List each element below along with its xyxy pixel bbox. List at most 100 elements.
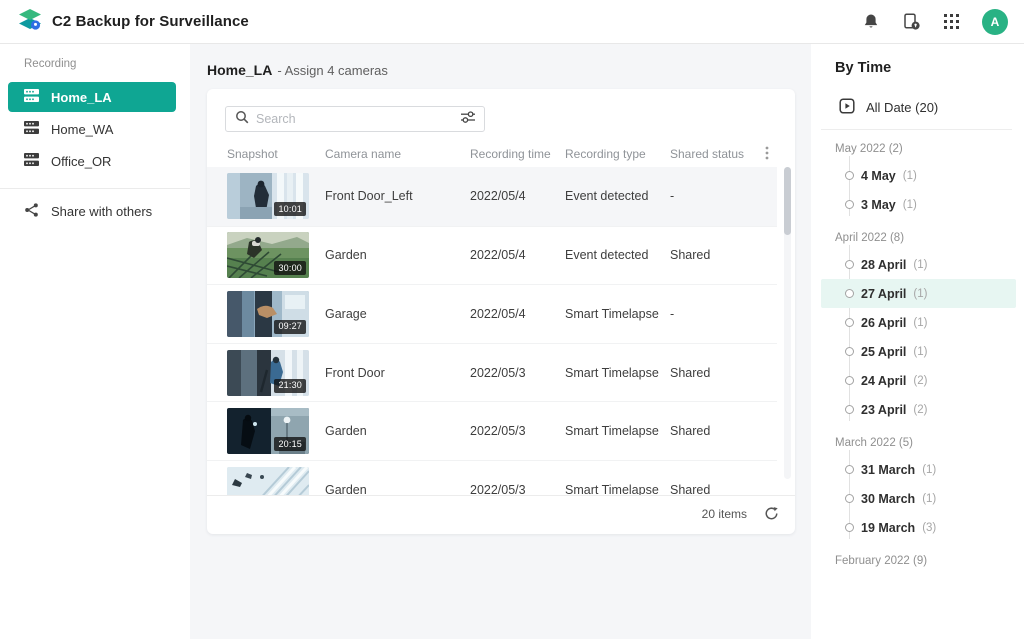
share-label: Share with others	[51, 204, 152, 219]
column-header-recording-type: Recording type	[565, 147, 670, 161]
day-count: (1)	[922, 493, 936, 505]
duration-badge: 09:27	[274, 320, 306, 334]
nas-device-icon	[24, 89, 39, 105]
timeline-day-item[interactable]: 24 April (2)	[821, 366, 1016, 395]
recording-row[interactable]: 30:00 Garden 2022/05/4 Event detected Sh…	[207, 226, 777, 285]
recording-nav-list: Home_LA Home_WA	[0, 82, 190, 176]
snapshot-thumbnail[interactable]: 20:15	[227, 408, 309, 454]
day-count: (1)	[913, 317, 927, 329]
timeline-dot-icon	[845, 200, 854, 209]
recording-time-cell: 2022/05/3	[470, 483, 565, 495]
timeline-dot-icon	[845, 494, 854, 503]
camera-name-cell: Garage	[325, 307, 470, 321]
recording-type-cell: Smart Timelapse	[565, 307, 670, 321]
app-launcher-grid-icon[interactable]	[942, 13, 960, 31]
timeline-day-item[interactable]: 25 April (1)	[821, 337, 1016, 366]
timeline-day-item[interactable]: 28 April (1)	[821, 250, 1016, 279]
day-count: (2)	[913, 375, 927, 387]
day-label: 3 May	[861, 198, 896, 212]
recording-type-cell: Smart Timelapse	[565, 424, 670, 438]
timeline-day-item[interactable]: 4 May (1)	[821, 161, 1016, 190]
day-count: (1)	[903, 170, 917, 182]
timeline-dot-icon	[845, 171, 854, 180]
sidebar-item-label: Home_WA	[51, 122, 113, 137]
camera-name-cell: Garden	[325, 248, 470, 262]
recording-row[interactable]: Garden 2022/05/3 Smart Timelapse Shared	[207, 460, 777, 495]
recording-row[interactable]: 10:01 Front Door_Left 2022/05/4 Event de…	[207, 167, 777, 226]
timeline-dot-icon	[845, 465, 854, 474]
snapshot-thumbnail[interactable]: 09:27	[227, 291, 309, 337]
day-label: 24 April	[861, 374, 906, 388]
user-avatar[interactable]: A	[982, 9, 1008, 35]
device-subtitle: - Assign 4 cameras	[277, 63, 388, 78]
column-header-snapshot: Snapshot	[227, 147, 325, 161]
timeline-day-item[interactable]: 26 April (1)	[821, 308, 1016, 337]
sidebar-item-home_la[interactable]: Home_LA	[8, 82, 176, 112]
device-name: Home_LA	[207, 62, 272, 78]
day-label: 28 April	[861, 258, 906, 272]
month-label: May 2022 (2)	[835, 143, 1024, 158]
timeline-day-item[interactable]: 27 April (1)	[821, 279, 1016, 308]
day-label: 26 April	[861, 316, 906, 330]
share-with-others-button[interactable]: Share with others	[0, 197, 190, 225]
all-date-filter[interactable]: All Date (20)	[811, 94, 1024, 120]
duration-badge: 10:01	[274, 202, 306, 216]
snapshot-thumbnail[interactable]: 21:30	[227, 350, 309, 396]
recording-row[interactable]: 20:15 Garden 2022/05/3 Smart Timelapse S…	[207, 401, 777, 460]
recording-type-cell: Event detected	[565, 248, 670, 262]
app-logo[interactable]: C2 Backup for Surveillance	[18, 8, 249, 36]
month-label: March 2022 (5)	[835, 437, 1024, 452]
device-report-icon[interactable]	[902, 13, 920, 31]
c2-logo-icon	[18, 8, 42, 36]
camera-name-cell: Garden	[325, 424, 470, 438]
items-count: 20 items	[702, 507, 747, 521]
recording-type-cell: Smart Timelapse	[565, 366, 670, 380]
timeline-day-item[interactable]: 3 May (1)	[821, 190, 1016, 219]
search-input[interactable]	[256, 112, 453, 126]
recording-time-cell: 2022/05/3	[470, 366, 565, 380]
timeline-day-item[interactable]: 31 March (1)	[821, 455, 1016, 484]
sidebar-item-office_or[interactable]: Office_OR	[8, 146, 176, 176]
snapshot-thumbnail[interactable]: 30:00	[227, 232, 309, 278]
timeline-day-item[interactable]: 23 April (2)	[821, 395, 1016, 424]
page-title: Home_LA - Assign 4 cameras	[207, 62, 795, 80]
sidebar-item-label: Home_LA	[51, 90, 112, 105]
duration-badge: 21:30	[274, 379, 306, 393]
snapshot-thumbnail[interactable]	[227, 467, 309, 495]
timeline-dot-icon	[845, 405, 854, 414]
recording-time-cell: 2022/05/4	[470, 189, 565, 203]
day-label: 30 March	[861, 492, 915, 506]
timeline-dot-icon	[845, 289, 854, 298]
timeline-days: 4 May (1) 3 May (1)	[811, 161, 1024, 219]
column-header-recording-time: Recording time	[470, 147, 565, 161]
recording-row[interactable]: 21:30 Front Door 2022/05/3 Smart Timelap…	[207, 343, 777, 402]
recording-type-cell: Event detected	[565, 189, 670, 203]
snapshot-image	[227, 467, 309, 495]
recording-time-cell: 2022/05/3	[470, 424, 565, 438]
search-box	[225, 106, 485, 132]
app-title: C2 Backup for Surveillance	[52, 13, 249, 30]
table-scrollbar-thumb[interactable]	[784, 167, 791, 235]
content-area: Recording Home_LA	[0, 44, 1024, 639]
refresh-icon[interactable]	[763, 506, 779, 522]
left-sidebar: Recording Home_LA	[0, 44, 190, 639]
table-footer: 20 items	[207, 495, 795, 531]
timeline-month-group: February 2022 (9)	[811, 555, 1024, 570]
timeline-day-item[interactable]: 19 March (3)	[821, 513, 1016, 542]
top-bar: C2 Backup for Surveillance	[0, 0, 1024, 44]
notifications-bell-icon[interactable]	[862, 13, 880, 31]
column-options-kebab-icon[interactable]	[765, 146, 769, 165]
search-icon	[235, 110, 249, 129]
day-count: (1)	[913, 346, 927, 358]
shared-status-cell: -	[670, 307, 777, 321]
timeline-dot-icon	[845, 523, 854, 532]
day-label: 19 March	[861, 521, 915, 535]
snapshot-thumbnail[interactable]: 10:01	[227, 173, 309, 219]
app-window: C2 Backup for Surveillance	[0, 0, 1024, 639]
main-area: Home_LA - Assign 4 cameras	[190, 44, 811, 639]
sidebar-item-home_wa[interactable]: Home_WA	[8, 114, 176, 144]
timeline-day-item[interactable]: 30 March (1)	[821, 484, 1016, 513]
recording-row[interactable]: 09:27 Garage 2022/05/4 Smart Timelapse -	[207, 284, 777, 343]
filter-sliders-icon[interactable]	[460, 110, 476, 129]
share-icon	[24, 202, 39, 221]
